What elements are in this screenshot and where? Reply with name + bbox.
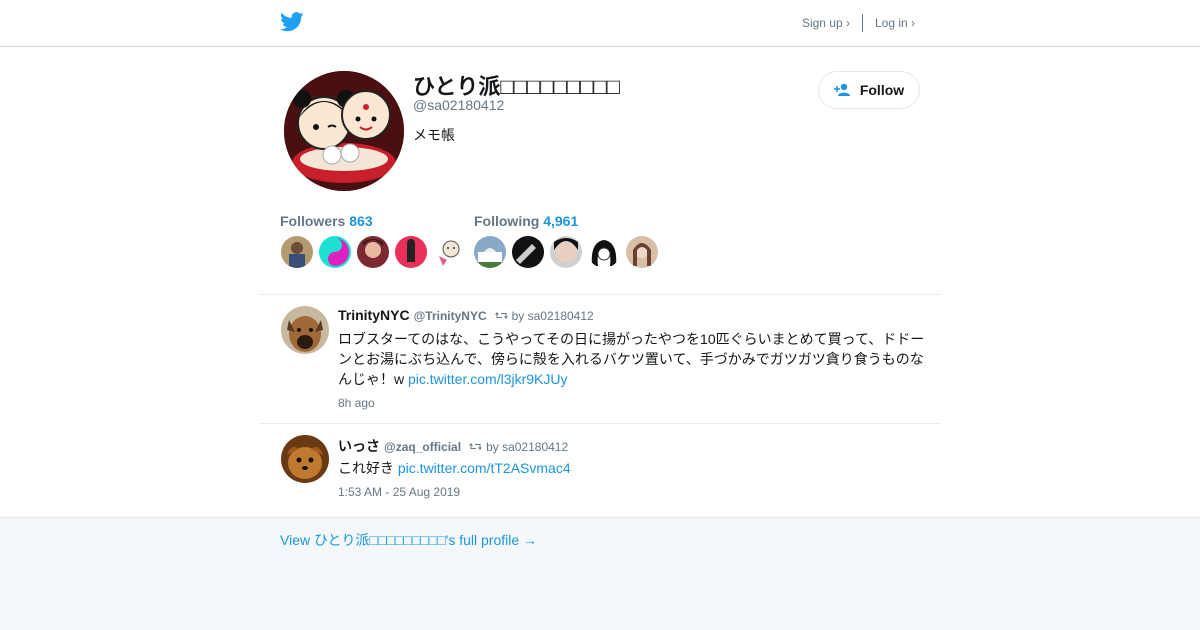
tweet-media-link[interactable]: pic.twitter.com/l3jkr9KJUy	[408, 371, 567, 387]
header-divider	[861, 14, 863, 32]
followers-avatars	[281, 236, 465, 268]
view-full-profile-link[interactable]: View ひとり派□□□□□□□□□'s full profile →	[280, 530, 537, 550]
tweet-author-name[interactable]: いっさ	[338, 436, 380, 456]
following-avatar[interactable]	[474, 236, 506, 268]
tweet-media-link[interactable]: pic.twitter.com/tT2ASvmac4	[398, 460, 571, 476]
following-avatar[interactable]	[512, 236, 544, 268]
following-avatar[interactable]	[626, 236, 658, 268]
followers-stat[interactable]: Followers 863	[280, 213, 373, 229]
tweet-timestamp[interactable]: 8h ago	[338, 396, 375, 410]
following-avatars	[474, 236, 658, 268]
tweet-author-handle[interactable]: @zaq_official	[384, 440, 461, 454]
following-avatar[interactable]	[550, 236, 582, 268]
tweet-author-handle[interactable]: @TrinityNYC	[414, 309, 487, 323]
followers-count: 863	[349, 213, 373, 229]
tweet-author-avatar[interactable]	[281, 306, 329, 354]
followers-label: Followers	[280, 213, 346, 229]
tweet-text: これ好き pic.twitter.com/tT2ASvmac4	[338, 458, 930, 478]
following-count: 4,961	[543, 213, 579, 229]
tweet-author-name[interactable]: TrinityNYC	[338, 307, 410, 323]
retweet-info: by sa02180412	[494, 308, 594, 323]
tweet-author-avatar[interactable]	[281, 435, 329, 483]
profile-avatar[interactable]	[284, 71, 404, 191]
retweet-icon	[469, 443, 483, 450]
follow-button-label: Follow	[859, 82, 905, 98]
follower-avatar[interactable]	[281, 236, 313, 268]
login-link[interactable]: Log in ›	[875, 16, 915, 30]
following-stat[interactable]: Following 4,961	[474, 213, 578, 229]
retweet-icon	[494, 312, 508, 319]
top-bar: Sign up › Log in ›	[0, 0, 1200, 47]
tweet-text: ロブスターてのはな、こうやってその日に揚がったやつを10匹ぐらいまとめて買って、…	[338, 329, 930, 389]
profile-card: ひとり派□□□□□□□□□ @sa02180412 メモ帳 Follow Fol…	[0, 47, 1200, 517]
profile-bio: メモ帳	[413, 127, 455, 143]
follow-button[interactable]: Follow	[818, 71, 920, 109]
tweet-item[interactable]: いっさ @zaq_official by sa02180412 これ好き pic…	[260, 424, 940, 517]
tweet-header: TrinityNYC @TrinityNYC by sa02180412	[338, 307, 594, 323]
tweet-body: これ好き	[338, 460, 398, 476]
following-label: Following	[474, 213, 540, 229]
follower-avatar[interactable]	[395, 236, 427, 268]
follower-avatar[interactable]	[433, 236, 465, 268]
tweet-item[interactable]: TrinityNYC @TrinityNYC by sa02180412 ロブス…	[260, 295, 940, 423]
retweeted-by: by sa02180412	[511, 308, 594, 323]
profile-screen-name: @sa02180412	[413, 97, 505, 113]
follower-avatar[interactable]	[319, 236, 351, 268]
retweet-info: by sa02180412	[469, 440, 568, 454]
tweet-header: いっさ @zaq_official by sa02180412	[338, 436, 568, 456]
footer: View ひとり派□□□□□□□□□'s full profile →	[0, 517, 1200, 630]
follower-avatar[interactable]	[357, 236, 389, 268]
following-avatar[interactable]	[588, 236, 620, 268]
tweet-timestamp[interactable]: 1:53 AM - 25 Aug 2019	[338, 485, 460, 499]
header-links: Sign up › Log in ›	[802, 14, 915, 32]
twitter-bird-icon[interactable]	[280, 11, 304, 33]
signup-link[interactable]: Sign up ›	[802, 16, 850, 30]
add-user-icon	[833, 83, 850, 96]
retweeted-by: by sa02180412	[486, 439, 569, 454]
